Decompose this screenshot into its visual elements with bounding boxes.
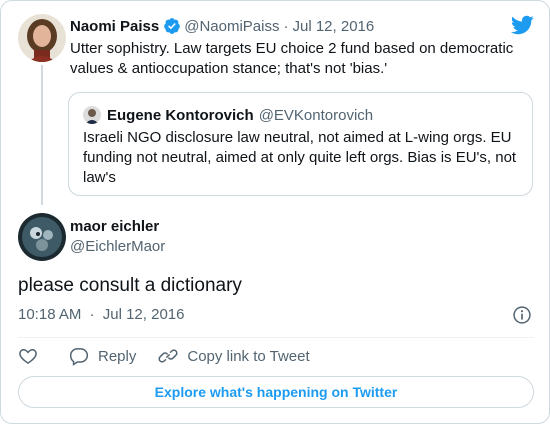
link-icon [158, 349, 178, 363]
parent-author-name[interactable]: Naomi Paiss [70, 18, 159, 35]
quoted-tweet-text: Israeli NGO disclosure law neutral, not … [83, 129, 517, 186]
thread-connector-line [41, 65, 43, 205]
eugene-kontorovich-avatar [83, 106, 101, 124]
quoted-author-handle: @EVKontorovich [258, 106, 374, 124]
parent-tweet-text: Utter sophistry. Law targets EU choice 2… [70, 40, 514, 77]
like-button[interactable] [18, 346, 47, 366]
verified-badge-icon [164, 18, 181, 34]
tweet-actions: Reply Copy link to Tweet [18, 346, 332, 366]
copy-link-label: Copy link to Tweet [187, 347, 310, 365]
parent-tweet-header: Naomi Paiss @NaomiPaiss · Jul 12, 2016 [70, 17, 374, 35]
parent-tweet-date[interactable]: Jul 12, 2016 [292, 18, 374, 35]
separator-dot: · [283, 17, 289, 35]
divider [18, 337, 534, 338]
info-icon[interactable] [512, 305, 532, 325]
main-tweet-text: please consult a dictionary [18, 275, 242, 296]
embedded-tweet-card: Naomi Paiss @NaomiPaiss · Jul 12, 2016 U… [0, 0, 550, 424]
reply-label: Reply [98, 347, 137, 365]
twitter-bird-icon[interactable] [510, 15, 534, 35]
tweet-timestamp[interactable]: 10:18 AM · Jul 12, 2016 [18, 306, 184, 323]
explore-twitter-button[interactable]: Explore what's happening on Twitter [18, 376, 534, 408]
parent-author-handle[interactable]: @NaomiPaiss [184, 18, 279, 35]
tweet-time: 10:18 AM [18, 306, 82, 323]
separator-dot: · [89, 306, 95, 323]
main-author-name[interactable]: maor eichler [70, 218, 159, 235]
reply-button[interactable]: Reply [69, 346, 136, 366]
heart-icon [19, 348, 37, 364]
reply-icon [69, 348, 89, 366]
quoted-tweet[interactable]: Eugene Kontorovich @EVKontorovich Israel… [68, 92, 533, 196]
maor-eichler-avatar[interactable] [18, 213, 66, 261]
quoted-tweet-header: Eugene Kontorovich @EVKontorovich [83, 106, 373, 124]
copy-link-button[interactable]: Copy link to Tweet [158, 346, 310, 366]
main-author-handle[interactable]: @EichlerMaor [70, 238, 165, 255]
tweet-date: Jul 12, 2016 [102, 306, 185, 323]
naomi-paiss-avatar[interactable] [18, 14, 66, 62]
quoted-author-name: Eugene Kontorovich [107, 106, 254, 124]
